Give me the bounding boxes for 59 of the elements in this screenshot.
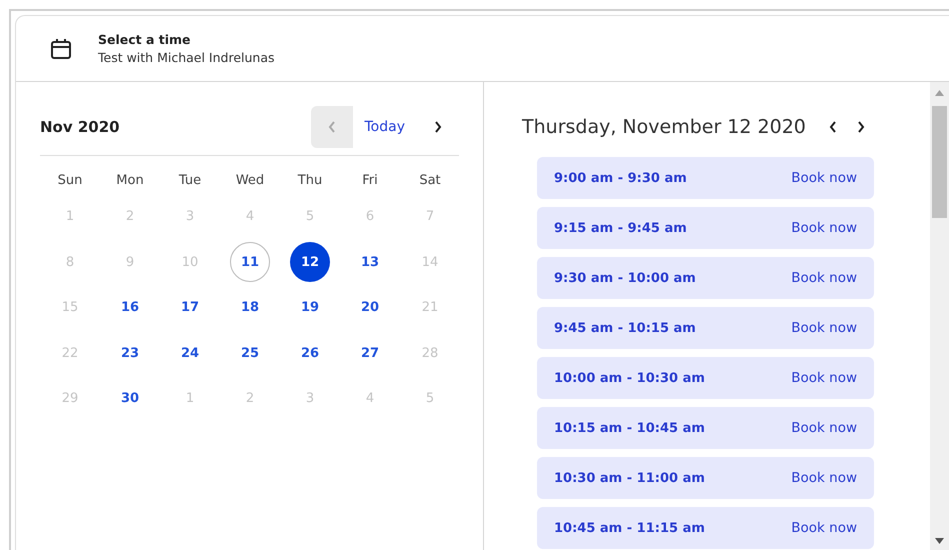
weekday-label: Sat xyxy=(418,172,442,190)
time-slot[interactable]: 10:15 am - 10:45 am Book now xyxy=(537,407,874,449)
time-slot[interactable]: 10:30 am - 11:00 am Book now xyxy=(537,457,874,499)
calendar-day[interactable]: 20 xyxy=(350,288,390,328)
slot-time: 10:30 am - 11:00 am xyxy=(554,470,705,486)
slot-time: 10:45 am - 11:15 am xyxy=(554,520,705,536)
slot-time: 9:45 am - 10:15 am xyxy=(554,320,696,336)
scroll-up-icon[interactable] xyxy=(935,90,944,96)
calendar-day[interactable]: 12 xyxy=(290,242,330,282)
dialog-title: Select a time xyxy=(98,32,192,47)
slot-time: 10:00 am - 10:30 am xyxy=(554,370,705,386)
weekday-label: Mon xyxy=(115,172,145,190)
calendar-day[interactable]: 26 xyxy=(290,333,330,374)
book-now-link[interactable]: Book now xyxy=(791,220,857,236)
chevron-left-icon xyxy=(828,120,838,134)
scrollbar[interactable] xyxy=(930,82,949,550)
calendar-day[interactable]: 16 xyxy=(110,288,150,328)
slot-time: 9:30 am - 10:00 am xyxy=(554,270,696,286)
calendar-day[interactable]: 27 xyxy=(350,333,390,374)
calendar-day[interactable]: 23 xyxy=(110,333,150,374)
calendar-day[interactable]: 24 xyxy=(170,333,210,374)
chevron-right-icon xyxy=(856,120,866,134)
chevron-right-icon xyxy=(433,120,443,134)
book-now-link[interactable]: Book now xyxy=(791,370,857,386)
today-button[interactable]: Today xyxy=(352,106,417,148)
calendar-day[interactable]: 13 xyxy=(350,242,390,282)
book-now-link[interactable]: Book now xyxy=(791,270,857,286)
calendar-day[interactable]: 30 xyxy=(110,378,150,419)
calendar-day[interactable]: 18 xyxy=(230,288,270,328)
month-label: Nov 2020 xyxy=(40,118,120,136)
weekday-label: Sun xyxy=(56,172,84,190)
weekday-label: Thu xyxy=(296,172,324,190)
calendar-day[interactable]: 19 xyxy=(290,288,330,328)
book-now-link[interactable]: Book now xyxy=(791,170,857,186)
calendar-day[interactable]: 25 xyxy=(230,333,270,374)
scroll-thumb[interactable] xyxy=(932,106,947,218)
time-slot[interactable]: 9:15 am - 9:45 am Book now xyxy=(537,207,874,249)
time-slot[interactable]: 9:45 am - 10:15 am Book now xyxy=(537,307,874,349)
slot-time: 9:00 am - 9:30 am xyxy=(554,170,687,186)
weekday-label: Tue xyxy=(178,172,202,190)
event-subtitle: Test with Michael Indrelunas xyxy=(98,50,275,65)
book-now-link[interactable]: Book now xyxy=(791,320,857,336)
book-now-link[interactable]: Book now xyxy=(791,420,857,436)
time-slot[interactable]: 9:30 am - 10:00 am Book now xyxy=(537,257,874,299)
scroll-down-icon[interactable] xyxy=(935,538,944,544)
weekday-label: Wed xyxy=(234,172,266,190)
chevron-left-icon xyxy=(326,120,336,134)
time-slot[interactable]: 10:45 am - 11:15 am Book now xyxy=(537,507,874,549)
calendar-day[interactable]: 17 xyxy=(170,288,210,328)
slot-time: 9:15 am - 9:45 am xyxy=(554,220,687,236)
time-slot[interactable]: 10:00 am - 10:30 am Book now xyxy=(537,357,874,399)
selected-date: Thursday, November 12 2020 xyxy=(522,116,806,138)
book-now-link[interactable]: Book now xyxy=(791,470,857,486)
calendar-icon xyxy=(50,38,72,60)
time-slot[interactable]: 9:00 am - 9:30 am Book now xyxy=(537,157,874,199)
slot-time: 10:15 am - 10:45 am xyxy=(554,420,705,436)
book-now-link[interactable]: Book now xyxy=(791,520,857,536)
weekday-label: Fri xyxy=(361,172,379,190)
calendar-day[interactable]: 11 xyxy=(230,242,270,282)
